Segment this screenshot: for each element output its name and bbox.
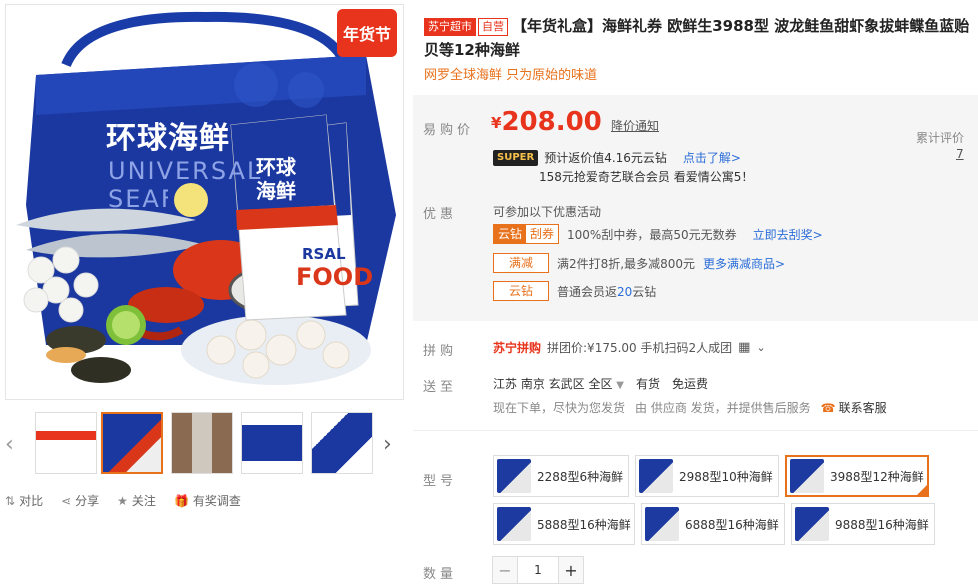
share-button[interactable]: ⋖ 分享 [61, 492, 99, 512]
model-thumb [639, 459, 673, 493]
price-value: ¥208.00 [491, 107, 602, 137]
price-number: 208.00 [501, 107, 602, 137]
model-option-2988[interactable]: 2988型10种海鲜 [635, 455, 779, 497]
quantity-input[interactable]: 1 [518, 556, 558, 584]
selected-check-icon [917, 485, 927, 495]
currency-symbol: ¥ [491, 114, 502, 132]
review-label: 累计评价 [916, 131, 965, 145]
model-thumb [795, 507, 829, 541]
scratch-tag: 云钻 刮券 [493, 224, 560, 244]
compare-icon: ⇅ [5, 494, 16, 508]
main-product-image[interactable]: 环球海鲜 UNIVERSAL SEAFOOD 环球海鲜 RSAL FOOD 年货… [5, 4, 404, 400]
product-subtitle: 网罗全球海鲜 只为原始的味道 [424, 68, 598, 83]
review-count[interactable]: 7 [956, 147, 964, 161]
discount-offer-row: 满减 满2件打8折,最多减800元 更多满减商品> [493, 253, 785, 273]
cashback-row: SUPER 预计返价值4.16元云钻 点击了解> [493, 149, 741, 166]
qrcode-icon[interactable]: ▦ [738, 340, 750, 355]
learn-more-link[interactable]: 点击了解> [683, 149, 741, 166]
compare-button[interactable]: ⇅ 对比 [5, 492, 43, 512]
quantity-label: 数量 [423, 567, 458, 582]
price-label: 易购价 [423, 123, 475, 138]
discount-link[interactable]: 更多满减商品> [703, 255, 785, 272]
share-icon: ⋖ [61, 494, 72, 508]
chevron-left-icon[interactable]: ‹ [5, 432, 14, 457]
scratch-text: 100%刮中券，最高50元无数券 [567, 227, 737, 242]
model-thumb [790, 459, 824, 493]
headset-icon: ☎ [820, 400, 836, 415]
price-panel: 易购价 ¥208.00 降价通知 累计评价 7 SUPER 预计返价值4.16元… [413, 95, 978, 321]
diamond-offer-row: 云钻 普通会员返20云钻 [493, 281, 656, 301]
dropdown-icon: ▼ [616, 380, 624, 391]
discount-tag: 满减 [493, 253, 549, 273]
group-logo: 苏宁拼购 [493, 341, 542, 355]
thumbnail-4[interactable] [241, 412, 303, 474]
offers-label: 优惠 [423, 207, 458, 222]
chevron-down-icon[interactable]: ⌄ [756, 341, 765, 354]
customer-service-link[interactable]: ☎ 联系客服 [821, 399, 887, 416]
discount-text: 满2件打8折,最多减800元 [557, 256, 695, 271]
group-text: 拼团价:¥175.00 手机扫码2人成团 [547, 341, 733, 355]
offers-intro: 可参加以下优惠活动 [493, 205, 602, 219]
bag-subtitle-2: SEAFOOD [108, 185, 168, 213]
cashback-text: 预计返价值4.16元云钻 [544, 151, 667, 165]
price-notify-link[interactable]: 降价通知 [611, 117, 659, 134]
group-label: 拼购 [423, 344, 458, 359]
card-en-2: FOOD [296, 263, 374, 291]
self-operated-tag: 自营 [478, 18, 508, 36]
action-bar: ⇅ 对比 ⋖ 分享 ★ 关注 🎁 有奖调查 [5, 492, 404, 512]
model-option-2288[interactable]: 2288型6种海鲜 [493, 455, 629, 497]
model-thumb [497, 507, 531, 541]
region-selector[interactable]: 江苏 南京 玄武区 全区 ▼ [493, 375, 624, 392]
divider [413, 430, 978, 431]
super-badge: SUPER [493, 149, 539, 166]
stock-status: 有货 [635, 377, 660, 391]
scratch-offer-row: 云钻 刮券 100%刮中券，最高50元无数券 立即去刮奖> [493, 224, 823, 244]
model-thumb [497, 459, 531, 493]
follow-button[interactable]: ★ 关注 [117, 492, 156, 512]
model-option-9888[interactable]: 9888型16种海鲜 [791, 503, 935, 545]
survey-button[interactable]: 🎁 有奖调查 [174, 492, 241, 512]
increase-button[interactable]: + [558, 556, 584, 584]
bag-subtitle-1: UNIVERSAL [108, 157, 263, 185]
diamond-tag: 云钻 [493, 281, 549, 301]
decrease-button[interactable]: − [492, 556, 518, 584]
star-icon: ★ [117, 494, 128, 508]
festival-badge: 年货节 [337, 9, 397, 57]
delivery-label: 送至 [423, 380, 458, 395]
model-option-6888[interactable]: 6888型16种海鲜 [641, 503, 785, 545]
thumbnail-strip: ‹ › [5, 410, 404, 480]
bag-title: 环球海鲜 [106, 121, 230, 156]
scratch-link[interactable]: 立即去刮奖> [753, 226, 823, 243]
promo-line[interactable]: 158元抢爱奇艺联合会员 看爱情公寓5！ [539, 168, 753, 185]
model-option-3988[interactable]: 3988型12种海鲜 [785, 455, 929, 497]
product-title: 苏宁超市 自营 【年货礼盒】海鲜礼券 欧鲜生3988型 波龙鲑鱼甜虾象拔蚌鲽鱼蓝贻贝… [424, 14, 974, 62]
product-illustration [16, 11, 396, 385]
card-en-1: RSAL [302, 245, 346, 263]
store-tag: 苏宁超市 [424, 18, 476, 36]
thumbnail-1[interactable] [35, 412, 97, 474]
model-label: 型号 [423, 474, 458, 489]
thumbnail-5[interactable] [311, 412, 373, 474]
model-option-5888[interactable]: 5888型16种海鲜 [493, 503, 635, 545]
thumbnail-3[interactable] [171, 412, 233, 474]
quantity-stepper: − 1 + [492, 556, 584, 584]
diamond-text: 普通会员返20云钻 [557, 284, 657, 299]
card-title: 环球海鲜 [256, 155, 296, 203]
model-thumb [645, 507, 679, 541]
chevron-right-icon[interactable]: › [383, 432, 392, 457]
gift-icon: 🎁 [173, 494, 189, 508]
delivery-note: 现在下单，尽快为您发货 由 供应商 发货，并提供售后服务 ☎ 联系客服 [493, 399, 887, 416]
group-buy-row: 苏宁拼购 拼团价:¥175.00 手机扫码2人成团 ▦ ⌄ [493, 339, 766, 356]
freight-text: 免运费 [672, 377, 709, 391]
thumbnail-2[interactable] [101, 412, 163, 474]
delivery-row: 江苏 南京 玄武区 全区 ▼ 有货 免运费 [493, 375, 708, 392]
